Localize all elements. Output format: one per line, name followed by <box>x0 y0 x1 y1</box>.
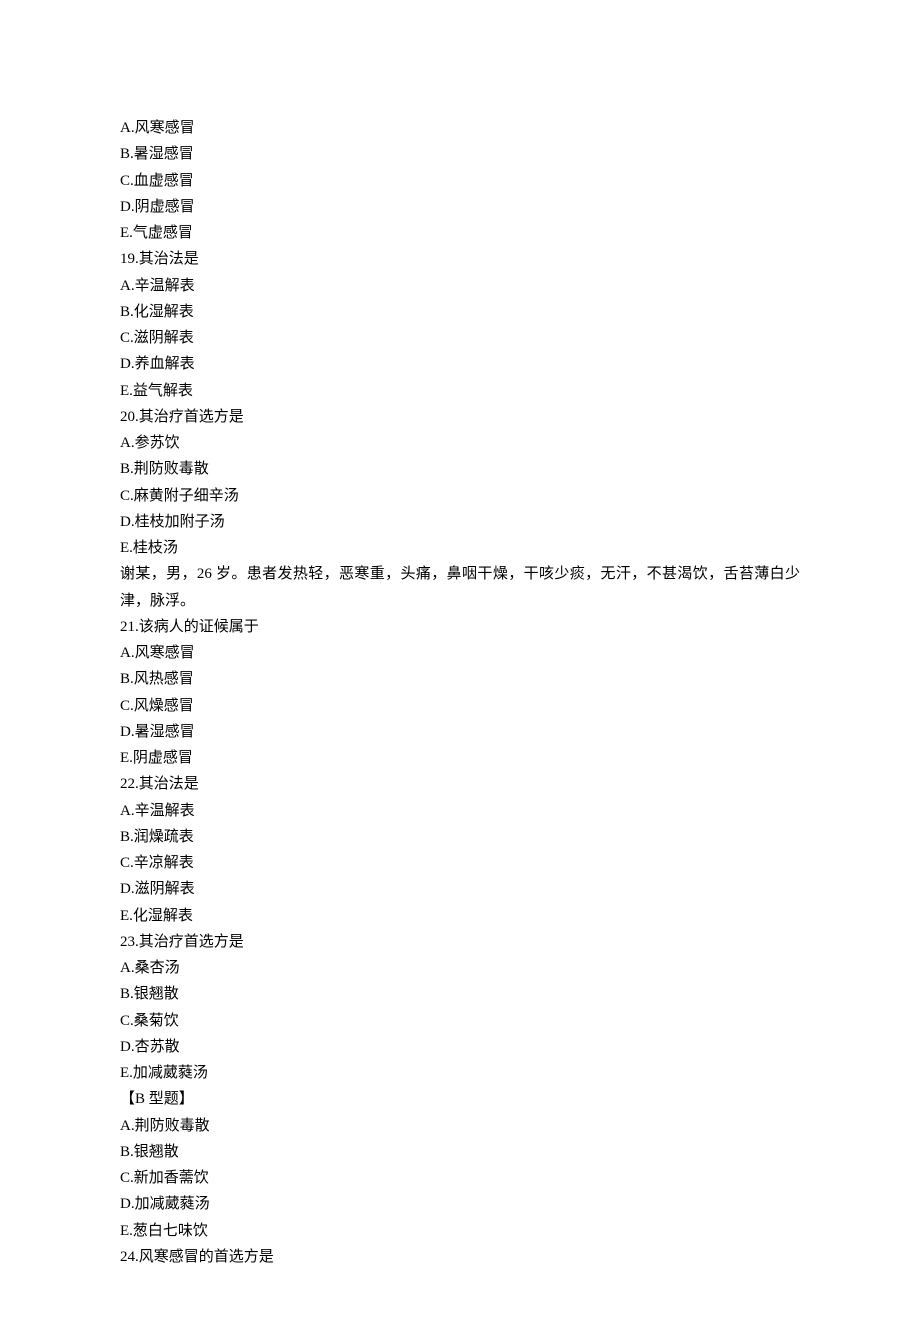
text-line: D.阴虚感冒 <box>120 194 800 220</box>
text-line: A.风寒感冒 <box>120 640 800 666</box>
text-line: B.润燥疏表 <box>120 824 800 850</box>
text-line: D.滋阴解表 <box>120 876 800 902</box>
text-line: A.辛温解表 <box>120 798 800 824</box>
section-heading: 【B 型题】 <box>120 1086 800 1112</box>
text-line: E.桂枝汤 <box>120 535 800 561</box>
text-line: E.化湿解表 <box>120 903 800 929</box>
question-line: 19.其治法是 <box>120 246 800 272</box>
text-line: C.血虚感冒 <box>120 168 800 194</box>
text-line: C.麻黄附子细辛汤 <box>120 483 800 509</box>
text-line: C.风燥感冒 <box>120 693 800 719</box>
text-line: C.辛凉解表 <box>120 850 800 876</box>
text-line: E.葱白七味饮 <box>120 1218 800 1244</box>
text-line: D.暑湿感冒 <box>120 719 800 745</box>
question-line: 22.其治法是 <box>120 771 800 797</box>
text-line: A.辛温解表 <box>120 273 800 299</box>
text-line: D.杏苏散 <box>120 1034 800 1060</box>
text-line: B.暑湿感冒 <box>120 141 800 167</box>
document-page: A.风寒感冒 B.暑湿感冒 C.血虚感冒 D.阴虚感冒 E.气虚感冒 19.其治… <box>0 0 920 1330</box>
question-line: 23.其治疗首选方是 <box>120 929 800 955</box>
text-line: A.风寒感冒 <box>120 115 800 141</box>
text-line: E.阴虚感冒 <box>120 745 800 771</box>
text-line: C.桑菊饮 <box>120 1008 800 1034</box>
text-line: B.荆防败毒散 <box>120 456 800 482</box>
text-line: D.桂枝加附子汤 <box>120 509 800 535</box>
case-paragraph: 谢某，男，26 岁。患者发热轻，恶寒重，头痛，鼻咽干燥，干咳少痰，无汗，不甚渴饮… <box>120 561 800 614</box>
question-line: 21.该病人的证候属于 <box>120 614 800 640</box>
text-line: E.加减葳蕤汤 <box>120 1060 800 1086</box>
text-line: B.风热感冒 <box>120 666 800 692</box>
text-line: D.养血解表 <box>120 351 800 377</box>
text-line: C.新加香薷饮 <box>120 1165 800 1191</box>
text-line: C.滋阴解表 <box>120 325 800 351</box>
text-line: B.银翘散 <box>120 1139 800 1165</box>
text-line: A.荆防败毒散 <box>120 1113 800 1139</box>
text-line: E.气虚感冒 <box>120 220 800 246</box>
text-line: A.桑杏汤 <box>120 955 800 981</box>
text-line: E.益气解表 <box>120 378 800 404</box>
text-line: D.加减葳蕤汤 <box>120 1191 800 1217</box>
text-line: A.参苏饮 <box>120 430 800 456</box>
question-line: 24.风寒感冒的首选方是 <box>120 1244 800 1270</box>
text-line: B.化湿解表 <box>120 299 800 325</box>
text-line: B.银翘散 <box>120 981 800 1007</box>
question-line: 20.其治疗首选方是 <box>120 404 800 430</box>
